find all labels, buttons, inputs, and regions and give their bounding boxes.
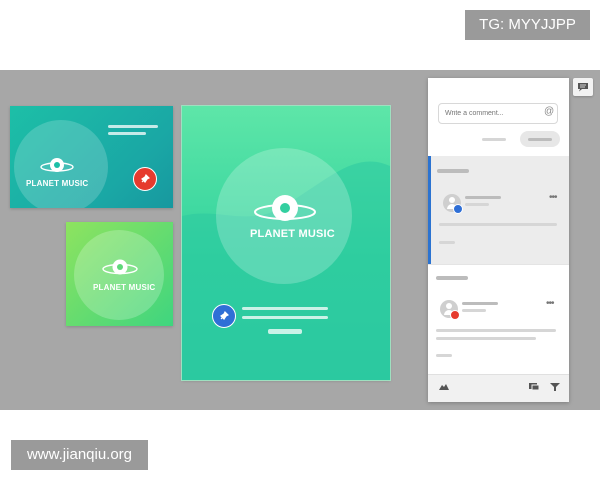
- subtitle-placeholder: [242, 316, 328, 319]
- avatar: [443, 194, 463, 214]
- comment-thread[interactable]: •••: [428, 264, 569, 374]
- subtitle-placeholder: [108, 132, 146, 135]
- reply-link-placeholder[interactable]: [439, 241, 455, 244]
- comment-input[interactable]: [438, 103, 558, 124]
- logo-text: PLANET MUSIC: [26, 179, 89, 188]
- comment-icon: [578, 83, 588, 92]
- reply-link-placeholder[interactable]: [436, 354, 452, 357]
- cancel-button-placeholder[interactable]: [482, 138, 506, 141]
- blue-badge-icon: [453, 204, 463, 214]
- artboard-square[interactable]: PLANET MUSIC: [66, 222, 173, 326]
- planet-logo-icon: [40, 158, 74, 172]
- planet-logo-icon: [102, 259, 138, 275]
- button-placeholder: [268, 329, 302, 334]
- avatar: [440, 300, 460, 320]
- headline-placeholder: [108, 125, 158, 128]
- planet-logo-icon: [254, 195, 316, 221]
- post-button-label-placeholder: [528, 138, 552, 141]
- comment-text-placeholder: [436, 329, 556, 332]
- comment-thread-selected[interactable]: •••: [428, 156, 569, 264]
- more-options-icon[interactable]: •••: [546, 298, 554, 309]
- comment-text-placeholder: [439, 223, 557, 226]
- cloud-icon[interactable]: [438, 382, 450, 395]
- mention-icon[interactable]: @: [544, 106, 554, 117]
- artboard-name-placeholder: [437, 169, 469, 173]
- comments-toggle-button[interactable]: [573, 78, 593, 96]
- logo-text: PLANET MUSIC: [93, 283, 156, 292]
- author-placeholder: [462, 302, 498, 305]
- pin-icon[interactable]: [133, 167, 157, 191]
- panel-footer: [428, 374, 569, 402]
- headline-placeholder: [242, 307, 328, 310]
- pin-icon[interactable]: [212, 304, 236, 328]
- artboard-portrait[interactable]: PLANET MUSIC: [181, 105, 391, 381]
- comments-filter-icon[interactable]: [528, 382, 540, 395]
- more-options-icon[interactable]: •••: [549, 192, 557, 203]
- comment-text-placeholder: [436, 337, 536, 340]
- artboard-landscape[interactable]: PLANET MUSIC: [10, 106, 173, 208]
- watermark-label: www.jianqiu.org: [11, 440, 148, 470]
- timestamp-placeholder: [465, 203, 489, 206]
- comments-panel: @ ••• •••: [428, 78, 569, 402]
- tg-label: TG: MYYJJPP: [465, 10, 590, 40]
- post-button[interactable]: [520, 131, 560, 147]
- timestamp-placeholder: [462, 309, 486, 312]
- red-badge-icon: [450, 310, 460, 320]
- artboard-name-placeholder: [436, 276, 468, 280]
- logo-text: PLANET MUSIC: [250, 228, 335, 240]
- filter-icon[interactable]: [550, 382, 560, 395]
- author-placeholder: [465, 196, 501, 199]
